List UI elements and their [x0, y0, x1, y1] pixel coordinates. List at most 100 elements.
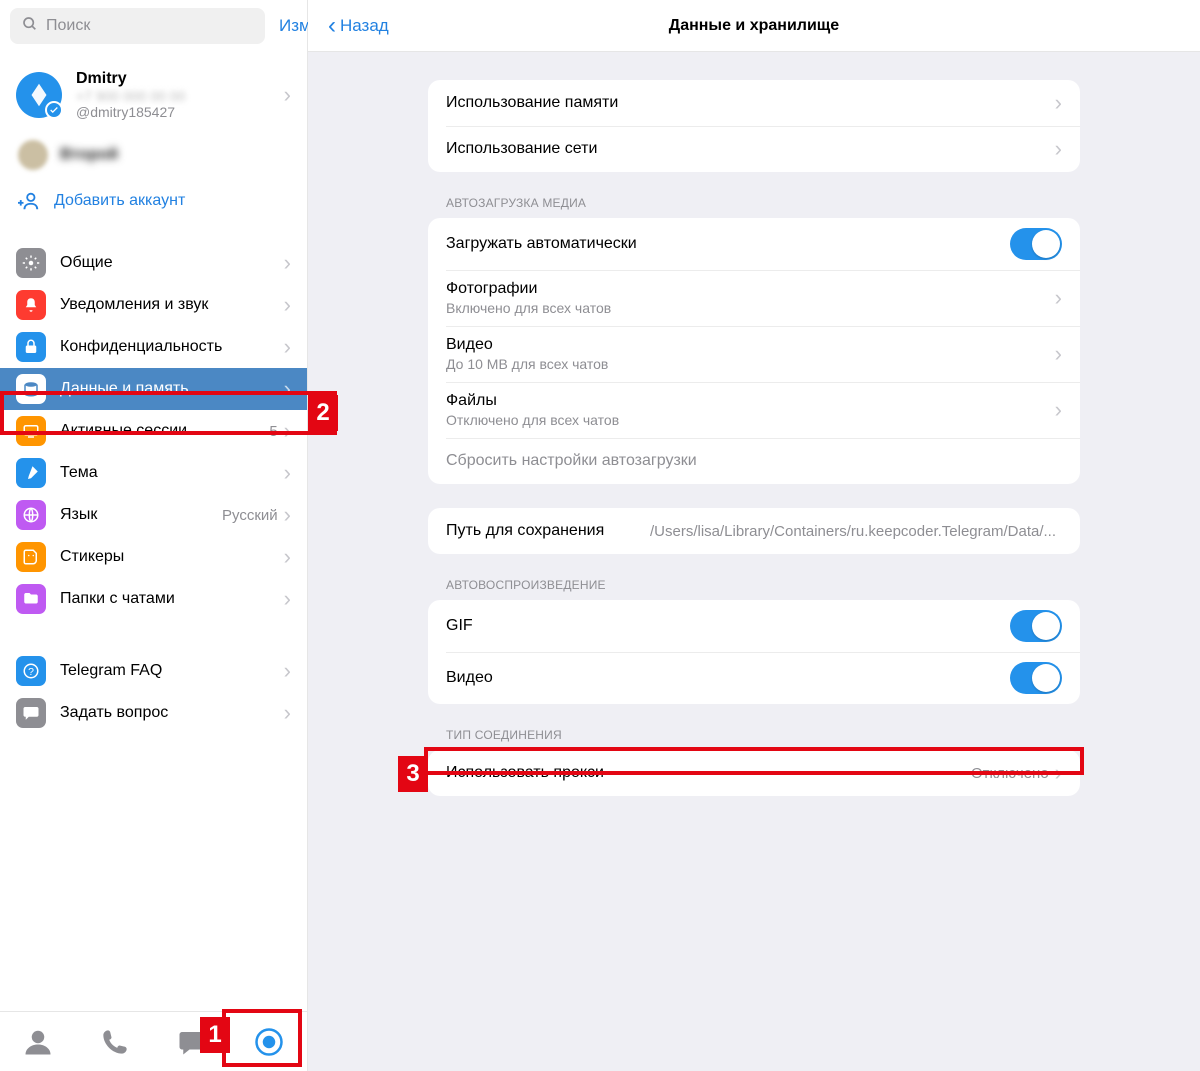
- back-button[interactable]: ‹ Назад: [328, 14, 389, 38]
- sidebar-item-storage[interactable]: Данные и память›: [0, 368, 307, 410]
- row-files[interactable]: Файлы Отключено для всех чатов ›: [428, 382, 1080, 438]
- annotation-number-1: 1: [200, 1017, 230, 1053]
- row-reset-autodownload[interactable]: Сбросить настройки автозагрузки: [428, 438, 1080, 484]
- profile-name: Dmitry: [76, 70, 284, 88]
- row-title: Видео: [446, 336, 1055, 354]
- sidebar-item-faq[interactable]: ? Telegram FAQ›: [0, 650, 307, 692]
- row-title: Использовать прокси: [446, 764, 971, 782]
- group-header-autoplay: АВТОВОСПРОИЗВЕДЕНИЕ: [428, 578, 1080, 600]
- content-scroll[interactable]: Использование памяти › Использование сет…: [308, 52, 1200, 1071]
- annotation-number-2: 2: [308, 395, 338, 431]
- profile-handle: @dmitry185427: [76, 104, 284, 120]
- sidebar-item-label: Папки с чатами: [60, 590, 284, 608]
- sidebar-item-globe[interactable]: ЯзыкРусский›: [0, 494, 307, 536]
- profile-avatar: [16, 72, 62, 118]
- sticker-icon: [16, 542, 46, 572]
- row-title: Использование сети: [446, 140, 1055, 158]
- brush-icon: [16, 458, 46, 488]
- sidebar-item-label: Стикеры: [60, 548, 284, 566]
- row-memory-usage[interactable]: Использование памяти ›: [428, 80, 1080, 126]
- sidebar-item-bell[interactable]: Уведомления и звук›: [0, 284, 307, 326]
- second-account-name: Второй: [60, 146, 118, 164]
- chevron-right-icon: ›: [284, 250, 291, 276]
- sidebar-item-value: Русский: [222, 507, 278, 524]
- add-person-icon: [18, 190, 40, 212]
- row-gif[interactable]: GIF: [428, 600, 1080, 652]
- search-box[interactable]: [10, 8, 265, 44]
- chevron-right-icon: ›: [1055, 341, 1062, 367]
- row-photos[interactable]: Фотографии Включено для всех чатов ›: [428, 270, 1080, 326]
- sidebar-item-label: Конфиденциальность: [60, 338, 284, 356]
- add-account-button[interactable]: Добавить аккаунт: [0, 180, 307, 222]
- globe-icon: [16, 500, 46, 530]
- row-use-proxy[interactable]: Использовать прокси Отключено ›: [428, 750, 1080, 796]
- row-title: Путь для сохранения: [446, 522, 604, 540]
- help-list: ?Telegram FAQ›Задать вопрос›: [0, 650, 307, 734]
- toggle-autoplay-video[interactable]: [1010, 662, 1062, 694]
- folder-icon: [16, 584, 46, 614]
- save-path-value: /Users/lisa/Library/Containers/ru.keepco…: [650, 523, 1056, 540]
- row-sub: Отключено для всех чатов: [446, 412, 1055, 428]
- add-account-label: Добавить аккаунт: [54, 192, 185, 210]
- sidebar-item-gear[interactable]: Общие›: [0, 242, 307, 284]
- sidebar-item-value: 5: [269, 423, 277, 440]
- sidebar-item-folder[interactable]: Папки с чатами›: [0, 578, 307, 620]
- sidebar-item-label: Тема: [60, 464, 284, 482]
- chevron-right-icon: ›: [284, 460, 291, 486]
- row-network-usage[interactable]: Использование сети ›: [428, 126, 1080, 172]
- sidebar-item-lock[interactable]: Конфиденциальность›: [0, 326, 307, 368]
- profile-row[interactable]: Dmitry +7 900 000 00 00 @dmitry185427 ›: [0, 60, 307, 130]
- group-header-autodownload: АВТОЗАГРУЗКА МЕДИА: [428, 196, 1080, 218]
- chevron-right-icon: ›: [1055, 90, 1062, 116]
- row-save-path[interactable]: Путь для сохранения /Users/lisa/Library/…: [428, 508, 1080, 554]
- chevron-right-icon: ›: [284, 544, 291, 570]
- sidebar-item-chat[interactable]: Задать вопрос›: [0, 692, 307, 734]
- chevron-right-icon: ›: [284, 700, 291, 726]
- profile-section: Dmitry +7 900 000 00 00 @dmitry185427 › …: [0, 52, 307, 222]
- row-title: Видео: [446, 669, 1010, 687]
- autoplay-group: GIF Видео: [428, 600, 1080, 704]
- profile-phone: +7 900 000 00 00: [76, 88, 284, 104]
- tab-calls[interactable]: [91, 1018, 139, 1066]
- chevron-right-icon: ›: [284, 418, 291, 444]
- sidebar-item-label: Уведомления и звук: [60, 296, 284, 314]
- storage-icon: [16, 374, 46, 404]
- chat-icon: [16, 698, 46, 728]
- chevron-right-icon: ›: [1055, 760, 1062, 786]
- sidebar-item-brush[interactable]: Тема›: [0, 452, 307, 494]
- chevron-right-icon: ›: [284, 658, 291, 684]
- main-panel: ‹ Назад Данные и хранилище Использование…: [308, 0, 1200, 1071]
- row-title: Загружать автоматически: [446, 235, 1010, 253]
- sidebar: Изм. Dmitry +7 900 000 00 00 @dmitry1854…: [0, 0, 308, 1071]
- lock-icon: [16, 332, 46, 362]
- chevron-right-icon: ›: [284, 586, 291, 612]
- chevron-right-icon: ›: [1055, 285, 1062, 311]
- row-autoplay-video[interactable]: Видео: [428, 652, 1080, 704]
- svg-text:?: ?: [28, 666, 34, 678]
- row-auto-download[interactable]: Загружать автоматически: [428, 218, 1080, 270]
- toggle-gif[interactable]: [1010, 610, 1062, 642]
- row-title: Сбросить настройки автозагрузки: [446, 452, 1062, 470]
- verified-badge-icon: [45, 101, 63, 119]
- row-sub: До 10 MB для всех чатов: [446, 356, 1055, 372]
- second-account-row[interactable]: Второй: [0, 130, 307, 180]
- search-input[interactable]: [46, 17, 253, 35]
- sidebar-item-label: Telegram FAQ: [60, 662, 284, 680]
- tab-settings[interactable]: [245, 1018, 293, 1066]
- connection-group: Использовать прокси Отключено ›: [428, 750, 1080, 796]
- chevron-right-icon: ›: [1055, 136, 1062, 162]
- row-title: GIF: [446, 617, 1010, 635]
- bottom-tabs: [0, 1011, 307, 1071]
- chevron-right-icon: ›: [284, 334, 291, 360]
- sidebar-item-sticker[interactable]: Стикеры›: [0, 536, 307, 578]
- toggle-auto-download[interactable]: [1010, 228, 1062, 260]
- settings-list: Общие›Уведомления и звук›Конфиденциально…: [0, 242, 307, 620]
- sidebar-item-sessions[interactable]: Активные сессии5›: [0, 410, 307, 452]
- faq-icon: ?: [16, 656, 46, 686]
- sidebar-header: Изм.: [0, 0, 307, 52]
- bell-icon: [16, 290, 46, 320]
- row-sub: Включено для всех чатов: [446, 300, 1055, 316]
- tab-contacts[interactable]: [14, 1018, 62, 1066]
- proxy-value: Отключено: [971, 765, 1049, 782]
- row-videos[interactable]: Видео До 10 MB для всех чатов ›: [428, 326, 1080, 382]
